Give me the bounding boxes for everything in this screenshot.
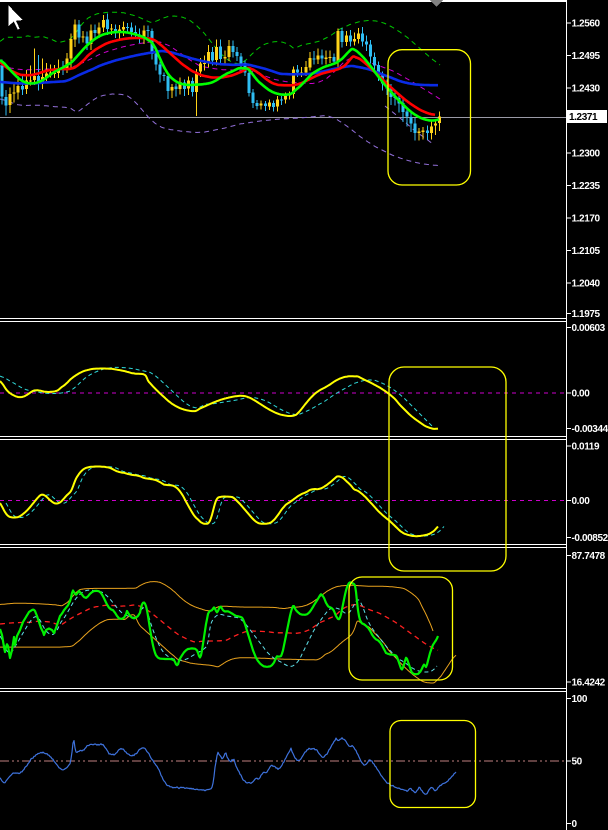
svg-text:0.00: 0.00 xyxy=(572,389,591,400)
svg-text:0.00603: 0.00603 xyxy=(572,323,606,334)
svg-text:100: 100 xyxy=(572,694,588,705)
svg-text:0: 0 xyxy=(572,819,578,830)
svg-text:1.2430: 1.2430 xyxy=(572,84,601,95)
svg-text:87.7478: 87.7478 xyxy=(572,551,606,562)
svg-text:16.4242: 16.4242 xyxy=(572,678,606,689)
svg-text:50: 50 xyxy=(572,756,583,767)
svg-text:1.1975: 1.1975 xyxy=(572,309,601,320)
svg-text:-0.00852: -0.00852 xyxy=(572,533,608,544)
svg-text:1.2105: 1.2105 xyxy=(572,246,601,257)
svg-text:1.2560: 1.2560 xyxy=(572,19,601,30)
svg-text:0.0119: 0.0119 xyxy=(572,442,600,453)
svg-text:1.2170: 1.2170 xyxy=(572,214,601,225)
svg-text:-0.00344: -0.00344 xyxy=(572,424,608,435)
svg-text:1.2040: 1.2040 xyxy=(572,279,601,290)
svg-text:1.2371: 1.2371 xyxy=(569,112,598,123)
svg-text:0.00: 0.00 xyxy=(572,496,591,507)
svg-text:1.2300: 1.2300 xyxy=(572,149,601,160)
svg-text:1.2235: 1.2235 xyxy=(572,181,601,192)
svg-text:1.2495: 1.2495 xyxy=(572,51,601,62)
